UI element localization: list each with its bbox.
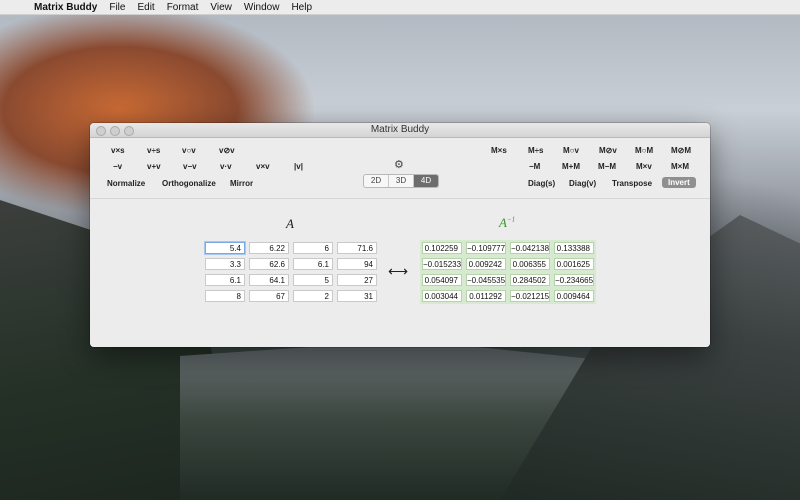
matrix-hadamard-matrix-button[interactable]: M○M: [635, 146, 653, 155]
matrix-inverse-cell: −0.042138: [510, 242, 550, 254]
menu-window[interactable]: Window: [244, 2, 280, 13]
matrix-subtract-button[interactable]: M−M: [598, 162, 616, 171]
invert-button[interactable]: Invert: [662, 177, 696, 188]
matrix-a-cell[interactable]: [293, 258, 333, 270]
matrix-a-cell[interactable]: [205, 242, 245, 254]
window-title: Matrix Buddy: [370, 124, 430, 135]
negate-vector-button[interactable]: −v: [113, 162, 122, 171]
matrix-a-cell[interactable]: [249, 274, 289, 286]
matrix-inverse-cell: 0.102259: [422, 242, 462, 254]
matrix-a-cell[interactable]: [293, 242, 333, 254]
matrix-inverse-label: A−1: [499, 215, 515, 231]
matrix-inverse-cell: −0.045535: [466, 274, 506, 286]
bidirectional-arrow-icon: ⟷: [388, 263, 409, 279]
dimension-4d[interactable]: 4D: [414, 175, 438, 187]
window-titlebar[interactable]: Matrix Buddy: [90, 123, 710, 138]
negate-matrix-button[interactable]: −M: [529, 162, 540, 171]
matrix-multiply-button[interactable]: M×M: [671, 162, 689, 171]
matrix-inverse-grid: 0.102259 −0.109777 −0.042138 0.133388 −0…: [420, 240, 596, 304]
vector-hadamard-button[interactable]: v○v: [182, 146, 196, 155]
matrix-times-vector-button[interactable]: M×v: [636, 162, 652, 171]
menu-view[interactable]: View: [210, 2, 232, 13]
matrix-times-scalar-button[interactable]: M×s: [491, 146, 507, 155]
matrix-inverse-cell: 0.001625: [554, 258, 594, 270]
matrix-inverse-cell: −0.109777: [466, 242, 506, 254]
diag-vector-button[interactable]: Diag(v): [569, 179, 596, 188]
dimension-3d[interactable]: 3D: [389, 175, 414, 187]
matrix-hadamard-vector-button[interactable]: M○v: [563, 146, 579, 155]
settings-gear-icon[interactable]: ⚙: [394, 158, 404, 171]
transpose-button[interactable]: Transpose: [612, 179, 652, 188]
matrix-inverse-cell: −0.234665: [554, 274, 594, 286]
matrix-inverse-cell: −0.021215: [510, 290, 550, 302]
vector-div-scalar-button[interactable]: v÷s: [147, 146, 160, 155]
normalize-button[interactable]: Normalize: [107, 179, 145, 188]
menu-app-name[interactable]: Matrix Buddy: [34, 2, 97, 13]
menu-edit[interactable]: Edit: [137, 2, 154, 13]
matrix-a-cell[interactable]: [249, 258, 289, 270]
matrix-a-cell[interactable]: [205, 290, 245, 302]
matrix-a-cell[interactable]: [205, 258, 245, 270]
matrix-inverse-cell: 0.009242: [466, 258, 506, 270]
dimension-2d[interactable]: 2D: [364, 175, 389, 187]
vector-subtract-button[interactable]: v−v: [183, 162, 197, 171]
orthogonalize-button[interactable]: Orthogonalize: [162, 179, 216, 188]
matrix-a-cell[interactable]: [337, 274, 377, 286]
matrix-a-cell[interactable]: [337, 258, 377, 270]
matrix-elementwise-div-vector-button[interactable]: M⊘v: [599, 146, 617, 155]
operations-toolbar: v×s v÷s v○v v⊘v −v v+v v−v v·v v×v |v| N…: [90, 138, 710, 199]
matrix-a-cell[interactable]: [249, 242, 289, 254]
matrix-add-button[interactable]: M+M: [562, 162, 580, 171]
matrix-inverse-cell: 0.011292: [466, 290, 506, 302]
mirror-button[interactable]: Mirror: [230, 179, 253, 188]
menu-file[interactable]: File: [109, 2, 125, 13]
matrix-inverse-cell: 0.284502: [510, 274, 550, 286]
vector-magnitude-button[interactable]: |v|: [294, 162, 303, 171]
menu-format[interactable]: Format: [167, 2, 199, 13]
matrix-a-cell[interactable]: [249, 290, 289, 302]
dot-product-button[interactable]: v·v: [220, 162, 232, 171]
matrix-elementwise-div-matrix-button[interactable]: M⊘M: [671, 146, 691, 155]
matrix-a-cell[interactable]: [293, 290, 333, 302]
matrix-inverse-cell: 0.133388: [554, 242, 594, 254]
vector-elementwise-div-button[interactable]: v⊘v: [219, 146, 235, 155]
matrix-inverse-cell: 0.054097: [422, 274, 462, 286]
diag-scalar-button[interactable]: Diag(s): [528, 179, 555, 188]
matrix-a-cell[interactable]: [293, 274, 333, 286]
matrix-inverse-superscript: −1: [506, 215, 516, 224]
matrix-a-cell[interactable]: [205, 274, 245, 286]
matrix-inverse-cell: 0.006355: [510, 258, 550, 270]
menu-bar: Matrix Buddy File Edit Format View Windo…: [0, 0, 800, 15]
matrix-inverse-cell: −0.015233: [422, 258, 462, 270]
matrix-workspace: A ⟷ A−1 0.102259 −0.109777 −0.0: [90, 199, 710, 347]
menu-help[interactable]: Help: [291, 2, 312, 13]
minimize-window-button[interactable]: [110, 126, 120, 136]
matrix-a-cell[interactable]: [337, 290, 377, 302]
vector-add-button[interactable]: v+v: [147, 162, 161, 171]
zoom-window-button[interactable]: [124, 126, 134, 136]
matrix-div-scalar-button[interactable]: M÷s: [528, 146, 544, 155]
matrix-a-label: A: [286, 216, 294, 231]
dimension-selector: 2D 3D 4D: [363, 174, 439, 188]
matrix-inverse-cell: 0.003044: [422, 290, 462, 302]
vector-times-scalar-button[interactable]: v×s: [111, 146, 125, 155]
matrix-buddy-window: Matrix Buddy v×s v÷s v○v v⊘v −v v+v v−v …: [90, 123, 710, 347]
matrix-inverse-letter: A: [499, 215, 507, 230]
matrix-inverse-cell: 0.009464: [554, 290, 594, 302]
close-window-button[interactable]: [96, 126, 106, 136]
matrix-a-grid: [205, 242, 377, 302]
matrix-a-cell[interactable]: [337, 242, 377, 254]
cross-product-button[interactable]: v×v: [256, 162, 270, 171]
